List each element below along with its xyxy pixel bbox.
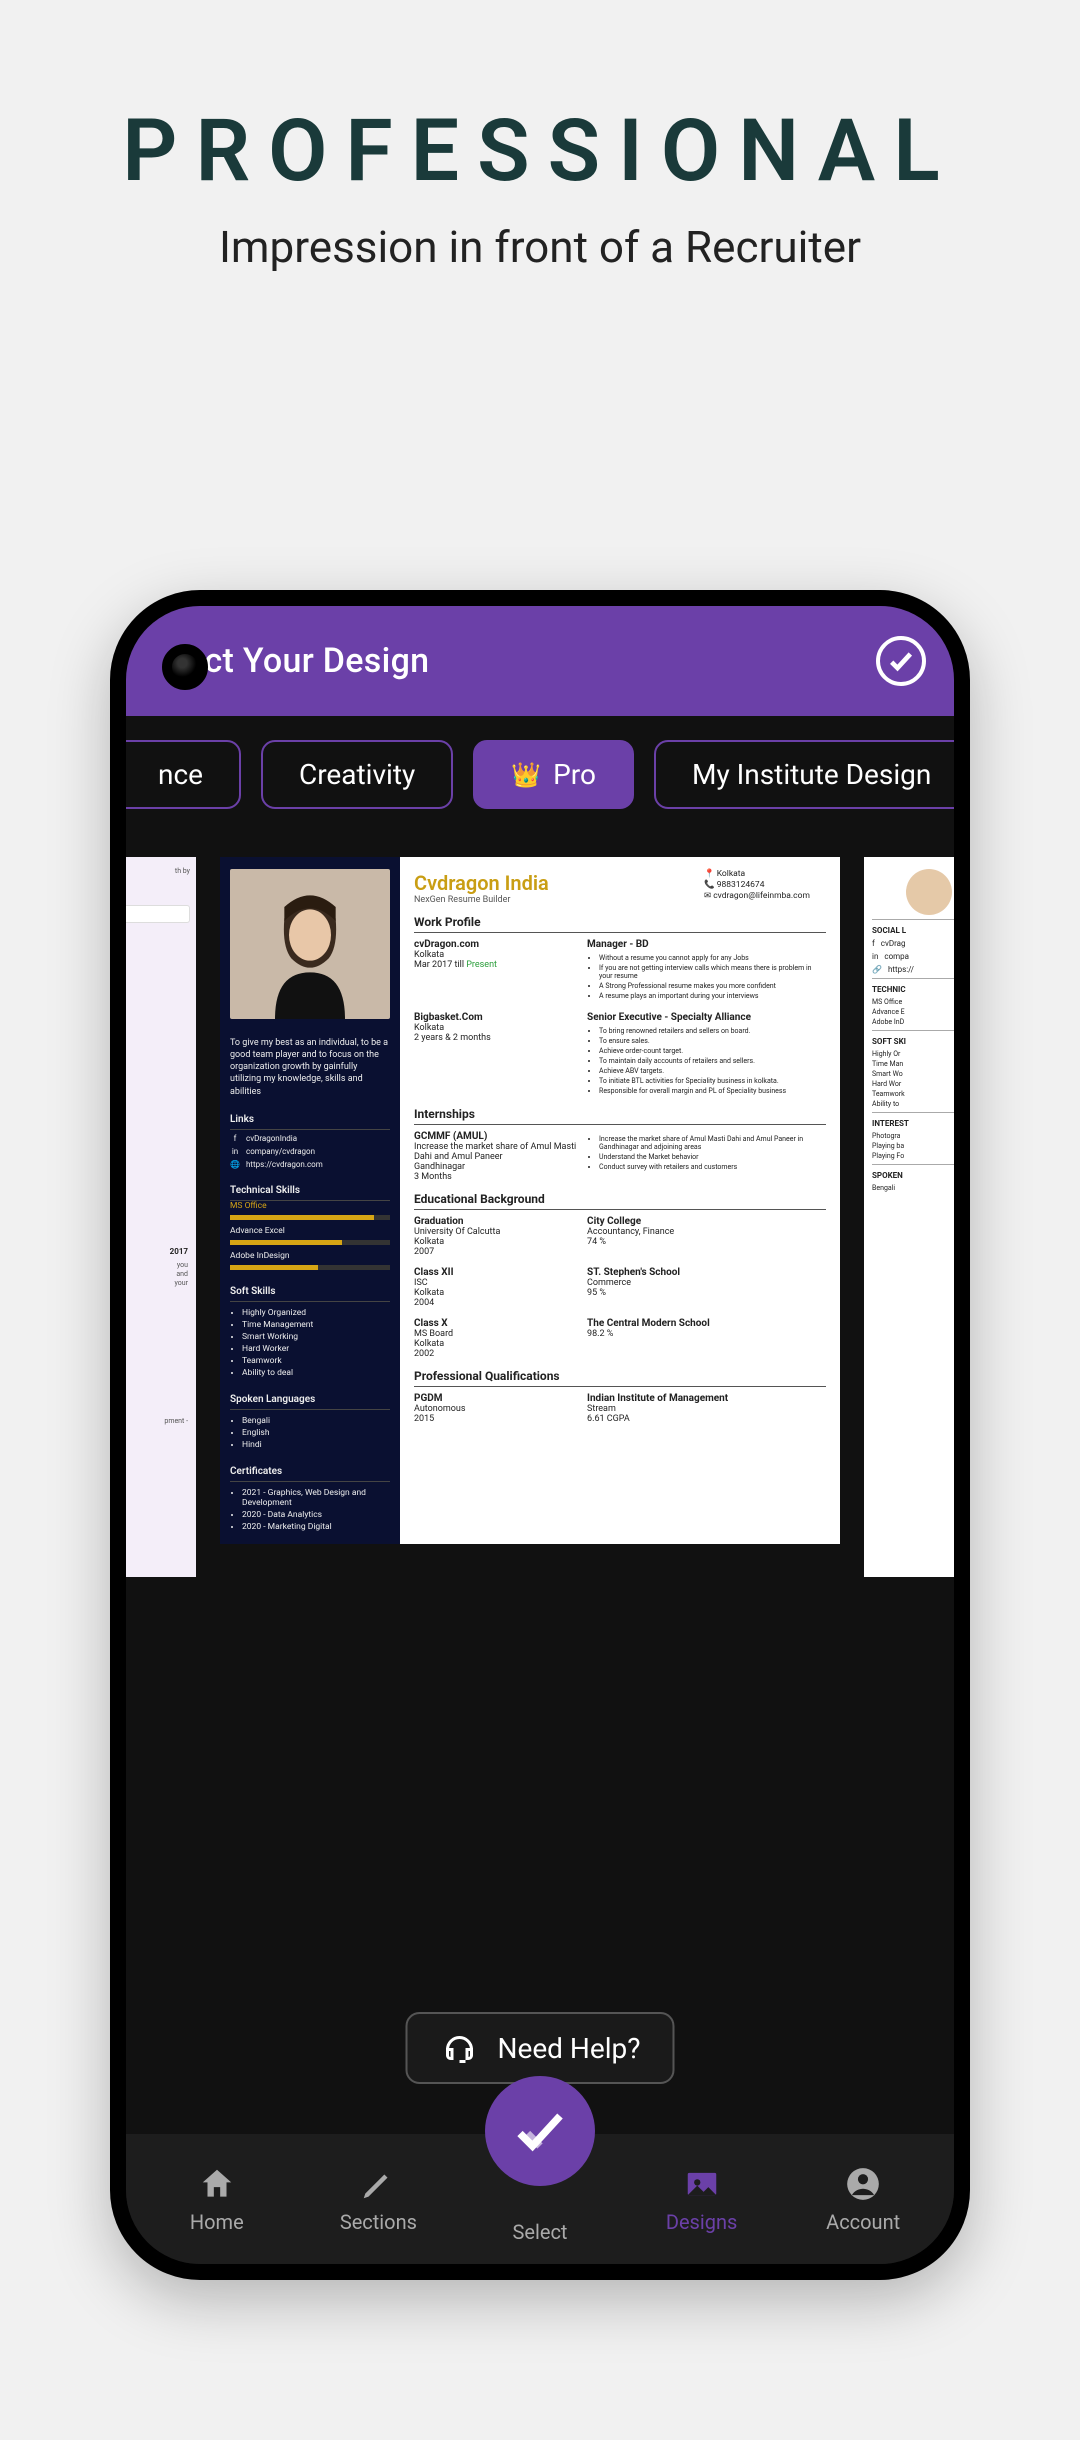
chip-pro-label: Pro: [553, 758, 596, 791]
soft-title: Soft Skills: [230, 1286, 390, 1302]
next-spoken-title: SPOKEN: [872, 1171, 954, 1180]
select-fab[interactable]: [485, 2076, 595, 2186]
page-title: ect Your Design: [186, 641, 876, 681]
phone-frame: ect Your Design nce Creativity 👑 Pro My …: [110, 590, 970, 2280]
design-carousel[interactable]: th by ising 2017 you and your pment -: [110, 833, 954, 1613]
nav-account[interactable]: Account: [793, 2164, 933, 2234]
nav-designs[interactable]: Designs: [632, 2164, 772, 2234]
nav-sections-label: Sections: [340, 2210, 417, 2234]
nav-home-label: Home: [190, 2210, 244, 2234]
prev-line: you: [175, 1261, 188, 1270]
link-fb: cvDragonIndia: [246, 1134, 297, 1143]
tech-title: Technical Skills: [230, 1185, 390, 1201]
facebook-icon: f: [230, 1134, 240, 1143]
fab-label: Select: [513, 2220, 568, 2244]
chip-pro[interactable]: 👑 Pro: [473, 740, 634, 809]
chip-balance[interactable]: nce: [126, 740, 241, 809]
next-tech-title: TECHNIC: [872, 985, 954, 994]
resume-body: Cvdragon India NexGen Resume Builder 📍 K…: [400, 857, 840, 1544]
design-card-next[interactable]: SOCIAL L fcvDrag incompa 🔗https:// TECHN…: [864, 857, 954, 1577]
need-help-label: Need Help?: [498, 2032, 641, 2065]
prev-snip: th by: [110, 867, 190, 875]
skill: Advance Excel: [230, 1226, 390, 1236]
avatar: [906, 869, 952, 915]
edu-title: Educational Background: [414, 1192, 826, 1210]
home-icon: [198, 2164, 236, 2204]
camera-hole: [162, 644, 208, 690]
prev-row: pment -: [164, 1417, 188, 1425]
soft-list: Highly Organized Time Management Smart W…: [230, 1308, 390, 1378]
prev-line: your: [175, 1279, 188, 1288]
resume-contact: 📍 Kolkata 📞 9883124674 ✉ cvdragon@lifein…: [704, 869, 810, 902]
link-web: https://cvdragon.com: [246, 1160, 323, 1169]
skill: Adobe InDesign: [230, 1251, 390, 1261]
design-card-prev[interactable]: th by ising 2017 you and your pment -: [110, 857, 196, 1577]
account-icon: [844, 2164, 882, 2204]
chip-creativity[interactable]: Creativity: [261, 740, 453, 809]
nav-sections[interactable]: Sections: [308, 2164, 448, 2234]
resume-intro: To give my best as an individual, to be …: [230, 1037, 390, 1098]
cert-title: Certificates: [230, 1466, 390, 1482]
pencil-icon: [359, 2164, 397, 2204]
resume-sidebar: To give my best as an individual, to be …: [220, 857, 400, 1544]
next-soft-title: SOFT SKI: [872, 1037, 954, 1046]
profile-photo: [230, 869, 390, 1019]
need-help-button[interactable]: Need Help?: [406, 2012, 675, 2084]
nav-account-label: Account: [826, 2210, 900, 2234]
prev-pill: ising: [110, 905, 190, 923]
filter-chips: nce Creativity 👑 Pro My Institute Design: [126, 716, 954, 833]
lang-list: Bengali English Hindi: [230, 1416, 390, 1450]
work-title: Work Profile: [414, 915, 826, 933]
nav-designs-label: Designs: [666, 2210, 738, 2234]
globe-icon: 🌐: [230, 1160, 240, 1169]
nav-home[interactable]: Home: [147, 2164, 287, 2234]
next-social-title: SOCIAL L: [872, 926, 954, 935]
intern-title: Internships: [414, 1107, 826, 1125]
design-card-current[interactable]: To give my best as an individual, to be …: [220, 857, 840, 1544]
prof-title: Professional Qualifications: [414, 1369, 826, 1387]
linkedin-icon: in: [230, 1147, 240, 1156]
next-interest-title: INTEREST: [872, 1119, 954, 1128]
lang-title: Spoken Languages: [230, 1394, 390, 1410]
image-icon: [683, 2164, 721, 2204]
chip-institute[interactable]: My Institute Design: [654, 740, 954, 809]
promo-subtitle: Impression in front of a Recruiter: [0, 221, 1080, 273]
screen: ect Your Design nce Creativity 👑 Pro My …: [126, 606, 954, 2264]
prev-year: 2017: [170, 1247, 188, 1256]
links-title: Links: [230, 1114, 390, 1130]
prev-line: and: [175, 1270, 188, 1279]
cert-list: 2021 - Graphics, Web Design and Developm…: [230, 1488, 390, 1532]
headset-icon: [440, 2028, 480, 2068]
confirm-icon[interactable]: [876, 636, 926, 686]
promo-title: PROFESSIONAL: [0, 100, 1080, 201]
app-bar: ect Your Design: [126, 606, 954, 716]
skill: MS Office: [230, 1201, 390, 1211]
link-li: company/cvdragon: [246, 1147, 315, 1156]
crown-icon: 👑: [511, 761, 541, 789]
